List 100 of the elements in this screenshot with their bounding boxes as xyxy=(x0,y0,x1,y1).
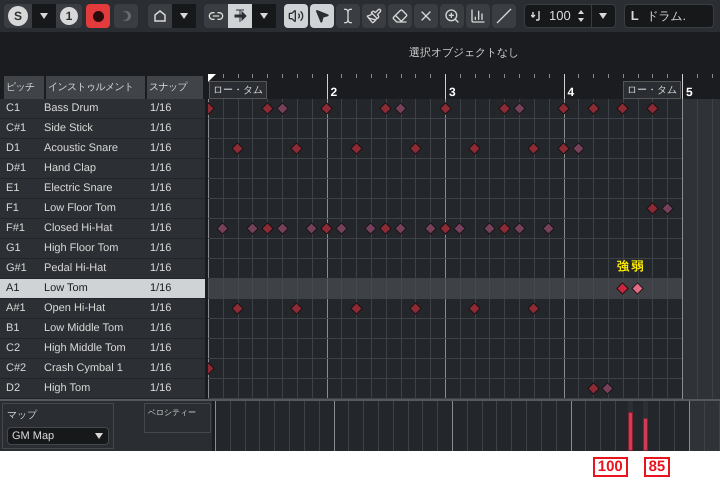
tool-button[interactable] xyxy=(388,4,412,28)
instrument-cell-text: Closed Hi-Hat xyxy=(44,221,114,236)
tool-button[interactable] xyxy=(362,4,386,28)
dropdown-caret-icon[interactable] xyxy=(259,12,269,20)
solo-menu-button[interactable] xyxy=(32,4,56,28)
drum-map-value: ドラム. xyxy=(646,8,686,25)
velocity-bar[interactable] xyxy=(628,412,633,451)
snap-menu-button[interactable] xyxy=(252,4,276,28)
marker-label[interactable]: ロー・タム xyxy=(623,81,681,99)
pitch-cell-text: D1 xyxy=(5,141,22,156)
note-grid[interactable]: 強 弱 xyxy=(208,99,720,399)
callout-label: 85 xyxy=(644,457,670,477)
instrument-cell-text: Pedal Hi-Hat xyxy=(44,261,108,276)
pitch-cell-text: G#1 xyxy=(5,261,28,276)
dropdown-caret-icon[interactable] xyxy=(39,12,49,20)
dropdown-caret-icon[interactable] xyxy=(598,12,608,20)
instrument-cell-text: High Middle Tom xyxy=(44,341,127,356)
snap-cell-text: 1/16 xyxy=(149,321,172,336)
bar-number: 5 xyxy=(686,84,693,101)
info-line: 選択オブジェクトなし xyxy=(408,46,520,61)
velocity-label: ベロシティー xyxy=(148,408,196,417)
annotation-label: 弱 xyxy=(632,258,644,275)
record-button[interactable] xyxy=(86,4,110,28)
pointer-icon xyxy=(314,8,330,24)
marker-label[interactable]: ロー・タム xyxy=(209,81,267,99)
snap-cell-text: 1/16 xyxy=(149,261,172,276)
instrument-cell-text: High Tom xyxy=(44,381,92,396)
pitch-cell-text: A#1 xyxy=(5,301,27,316)
pitch-cell-text: G1 xyxy=(5,241,22,256)
moon-icon xyxy=(120,10,132,22)
dropdown-caret-icon[interactable] xyxy=(179,12,189,20)
snap-cell-text: 1/16 xyxy=(149,101,172,116)
snap-cell-text: 1/16 xyxy=(149,141,172,156)
bar-number: 2 xyxy=(330,84,338,101)
instrument-cell-text: High Floor Tom xyxy=(44,241,120,256)
quantize-value: 100 xyxy=(549,7,571,26)
pitch-cell-text: D2 xyxy=(5,381,22,396)
tool-button[interactable] xyxy=(440,4,464,28)
instrument-cell-text: Electric Snare xyxy=(44,181,114,196)
tool-button[interactable] xyxy=(466,4,490,28)
track-number-button[interactable]: 1 xyxy=(60,7,78,25)
eraser-icon xyxy=(392,8,408,24)
dropdown-caret-icon[interactable] xyxy=(94,432,104,440)
column-header[interactable]: スナップ xyxy=(147,76,203,99)
instrument-cell-text: Side Stick xyxy=(44,121,94,136)
instrument-cell-text: Bass Drum xyxy=(44,101,100,116)
moon-button[interactable] xyxy=(114,4,138,28)
drum-prefix: L xyxy=(630,7,639,26)
tool-button[interactable] xyxy=(336,4,360,28)
tool-button[interactable] xyxy=(284,4,308,28)
solo-button[interactable]: S xyxy=(8,6,28,26)
snap-cell-text: 1/16 xyxy=(149,361,172,376)
pitch-cell-text: E1 xyxy=(5,181,20,196)
instrument-cell-text: Hand Clap xyxy=(44,161,97,176)
speaker-icon xyxy=(288,8,304,24)
instrument-row[interactable]: A1 Low Tom 1/16 xyxy=(0,279,205,299)
pitch-cell-text: C1 xyxy=(5,101,22,116)
tool-button[interactable] xyxy=(310,4,334,28)
pitch-cell-text: B1 xyxy=(5,321,20,336)
tool-button[interactable] xyxy=(414,4,438,28)
pitch-cell-text: C#2 xyxy=(5,361,28,376)
snap-cell-text: 1/16 xyxy=(149,121,172,136)
instrument-cell-text: Open Hi-Hat xyxy=(44,301,106,316)
house-icon xyxy=(153,9,167,23)
pitch-cell-text: A1 xyxy=(5,281,20,296)
pitch-cell-text: C#1 xyxy=(5,121,28,136)
quantize-field[interactable]: 100 xyxy=(524,4,616,28)
snap-cell-text: 1/16 xyxy=(149,181,172,196)
snap-cell-text: 1/16 xyxy=(149,241,172,256)
velocity-bar[interactable] xyxy=(642,418,648,451)
zoom-icon xyxy=(444,8,460,24)
bar-number: 3 xyxy=(449,84,456,101)
tool-button[interactable] xyxy=(228,4,252,28)
snap-cell-text: 1/16 xyxy=(149,381,172,396)
drum-map-field[interactable]: L ドラム. xyxy=(624,4,714,28)
tool-button[interactable] xyxy=(492,4,516,28)
snap-cell-text: 1/16 xyxy=(149,221,172,236)
pitch-cell-text: D#1 xyxy=(5,161,28,176)
instrument-cell-text: Crash Cymbal 1 xyxy=(44,361,124,376)
map-label: マップ xyxy=(7,408,38,423)
pitch-cell-text: F#1 xyxy=(5,221,26,236)
velocity-lane[interactable] xyxy=(215,401,720,451)
pitch-cell-text: F1 xyxy=(5,201,20,216)
house-menu-button[interactable] xyxy=(172,4,196,28)
instrument-cell-text: Low Middle Tom xyxy=(44,321,124,336)
annotation-label: 強 xyxy=(616,258,629,275)
column-header[interactable]: インストゥルメント xyxy=(46,76,145,99)
bars-icon xyxy=(470,8,486,24)
pitch-cell-text: C2 xyxy=(5,341,22,356)
snap-cell-text: 1/16 xyxy=(149,201,172,216)
brush-icon xyxy=(366,8,382,24)
ruler[interactable]: ロー・タム 2 3 4 ロー・タム 5 xyxy=(208,74,720,99)
map-dropdown[interactable]: GM Map xyxy=(7,427,109,445)
instrument-cell-text: Acoustic Snare xyxy=(44,141,119,156)
instrument-cell-text: Low Floor Tom xyxy=(44,201,117,216)
column-header[interactable]: ピッチ xyxy=(4,76,44,99)
snap-cell-text: 1/16 xyxy=(149,281,172,296)
bar-number: 4 xyxy=(568,84,574,101)
snap-cell-text: 1/16 xyxy=(149,341,172,356)
instrument-cell-text: Low Tom xyxy=(44,281,89,296)
